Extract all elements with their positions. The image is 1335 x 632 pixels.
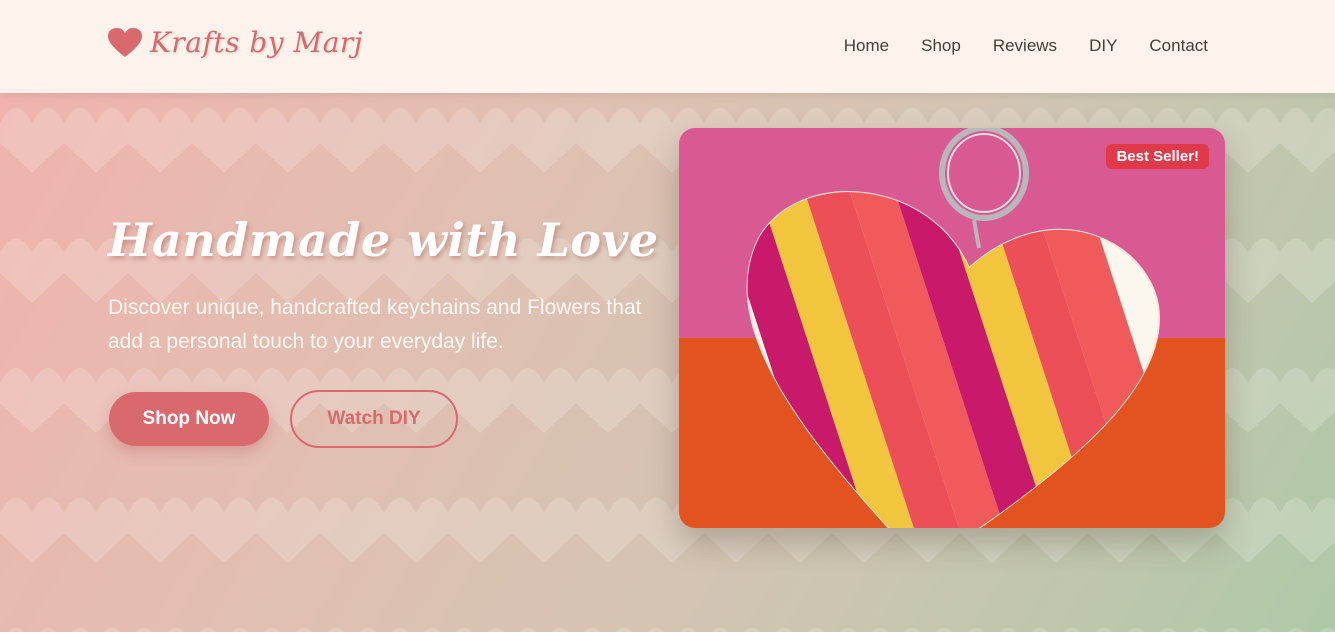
heart-icon: [108, 27, 142, 57]
shop-now-button[interactable]: Shop Now: [109, 392, 269, 446]
nav-shop-link[interactable]: Shop: [921, 36, 961, 56]
product-image-card[interactable]: Best Seller!: [679, 128, 1225, 528]
nav-diy-link[interactable]: DIY: [1089, 36, 1117, 56]
best-seller-badge: Best Seller!: [1106, 144, 1209, 169]
watch-diy-button[interactable]: Watch DIY: [290, 390, 458, 448]
brand-name: Krafts by Marj: [150, 26, 363, 59]
nav-contact-link[interactable]: Contact: [1149, 36, 1208, 56]
hero-section: Handmade with Love Discover unique, hand…: [0, 93, 1335, 632]
logo[interactable]: Krafts by Marj: [108, 26, 363, 59]
nav-reviews-link[interactable]: Reviews: [993, 36, 1057, 56]
main-nav: Home Shop Reviews DIY Contact: [812, 36, 1208, 56]
heart-keychain-image: [679, 128, 1225, 528]
hero-subtitle: Discover unique, handcrafted keychains a…: [108, 296, 642, 353]
nav-home-link[interactable]: Home: [844, 36, 889, 56]
hero-title: Handmade with Love: [108, 213, 659, 267]
site-header: Krafts by Marj Home Shop Reviews DIY Con…: [0, 0, 1335, 93]
